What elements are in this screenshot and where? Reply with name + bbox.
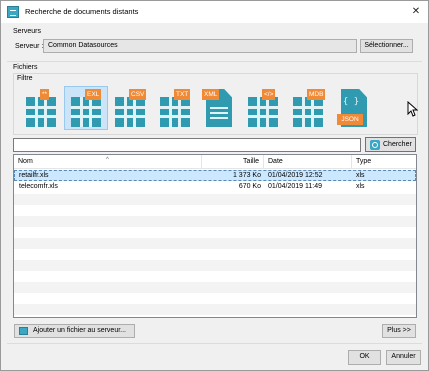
list-header: Nom ^ Taille Date Type — [14, 155, 416, 169]
braces-icon: { } — [342, 97, 360, 107]
servers-group-label: Serveurs — [13, 28, 42, 35]
column-header-label: Nom — [18, 158, 33, 165]
cell-type: xls — [356, 172, 365, 179]
file-list[interactable]: Nom ^ Taille Date Type retailfr.xls 1 37… — [13, 154, 417, 318]
footer-divider — [7, 343, 422, 344]
filter-label: Filtre — [17, 75, 33, 82]
document-lines — [210, 107, 228, 109]
filter-xml-icon[interactable]: XML — [200, 85, 238, 131]
filter-json-icon[interactable]: { } JSON — [335, 85, 373, 131]
remote-documents-dialog: Recherche de documents distants ✕ Serveu… — [0, 0, 429, 371]
grid-icon — [248, 97, 278, 127]
cell-date: 01/04/2019 12:52 — [268, 172, 323, 179]
close-button[interactable]: ✕ — [408, 4, 424, 20]
add-file-to-server-button[interactable]: Ajouter un fichier au serveur... — [14, 324, 135, 338]
empty-row — [14, 260, 416, 271]
sort-ascending-icon: ^ — [106, 157, 109, 163]
cell-size: 1 373 Ko — [232, 172, 261, 179]
ok-button[interactable]: OK — [348, 350, 381, 365]
file-tag: EXL — [85, 89, 102, 100]
grid-icon — [160, 97, 190, 127]
file-tag: MDB — [307, 89, 326, 100]
app-icon — [7, 6, 19, 18]
cell-size: 670 Ko — [238, 183, 261, 190]
group-divider — [7, 61, 422, 62]
empty-row — [14, 282, 416, 293]
upload-icon — [19, 327, 28, 335]
filter-all-icon[interactable]: ** — [22, 85, 60, 131]
empty-row — [14, 216, 416, 227]
select-server-button[interactable]: Sélectionner... — [360, 39, 413, 53]
column-header-name[interactable]: Nom ^ — [14, 155, 202, 169]
file-tag: TXT — [174, 89, 191, 100]
search-button[interactable]: Chercher — [365, 137, 416, 152]
cell-name: telecomfr.xls — [19, 183, 58, 190]
search-input[interactable] — [13, 138, 361, 152]
server-label: Serveur : — [15, 43, 44, 50]
filter-html-icon[interactable]: </> — [244, 85, 282, 131]
cell-date: 01/04/2019 11:49 — [268, 183, 322, 190]
file-tag: CSV — [129, 89, 147, 100]
grid-icon — [26, 97, 56, 127]
table-row[interactable]: retailfr.xls 1 373 Ko 01/04/2019 12:52 x… — [14, 170, 416, 181]
filter-txt-icon[interactable]: TXT — [156, 85, 194, 131]
more-button[interactable]: Plus >> — [382, 324, 416, 338]
title-bar: Recherche de documents distants ✕ — [1, 1, 428, 23]
column-header-size[interactable]: Taille — [202, 155, 264, 169]
file-tag: XML — [202, 89, 220, 100]
file-tag: ** — [40, 89, 50, 100]
empty-row — [14, 194, 416, 205]
file-tag: JSON — [337, 114, 363, 125]
filter-mdb-icon[interactable]: MDB — [289, 85, 327, 131]
filter-excel-icon[interactable]: EXL — [64, 85, 108, 131]
filter-csv-icon[interactable]: CSV — [111, 85, 149, 131]
server-field[interactable]: Common Datasources — [43, 39, 357, 53]
column-header-type[interactable]: Type — [352, 155, 416, 169]
column-header-date[interactable]: Date — [264, 155, 352, 169]
mouse-cursor-icon — [407, 101, 419, 117]
files-group-label: Fichiers — [13, 64, 38, 71]
add-file-label: Ajouter un fichier au serveur... — [33, 327, 126, 334]
file-tag: </> — [262, 89, 276, 100]
grid-icon — [115, 97, 145, 127]
empty-row — [14, 304, 416, 315]
table-row[interactable]: telecomfr.xls 670 Ko 01/04/2019 11:49 xl… — [14, 182, 416, 193]
empty-row — [14, 238, 416, 249]
cell-name: retailfr.xls — [19, 172, 49, 179]
window-title: Recherche de documents distants — [25, 7, 139, 16]
search-icon — [370, 140, 380, 150]
cell-type: xls — [356, 183, 365, 190]
grid-icon — [293, 97, 323, 127]
cancel-button[interactable]: Annuler — [386, 350, 421, 365]
search-button-label: Chercher — [383, 141, 412, 148]
grid-icon — [71, 97, 101, 127]
